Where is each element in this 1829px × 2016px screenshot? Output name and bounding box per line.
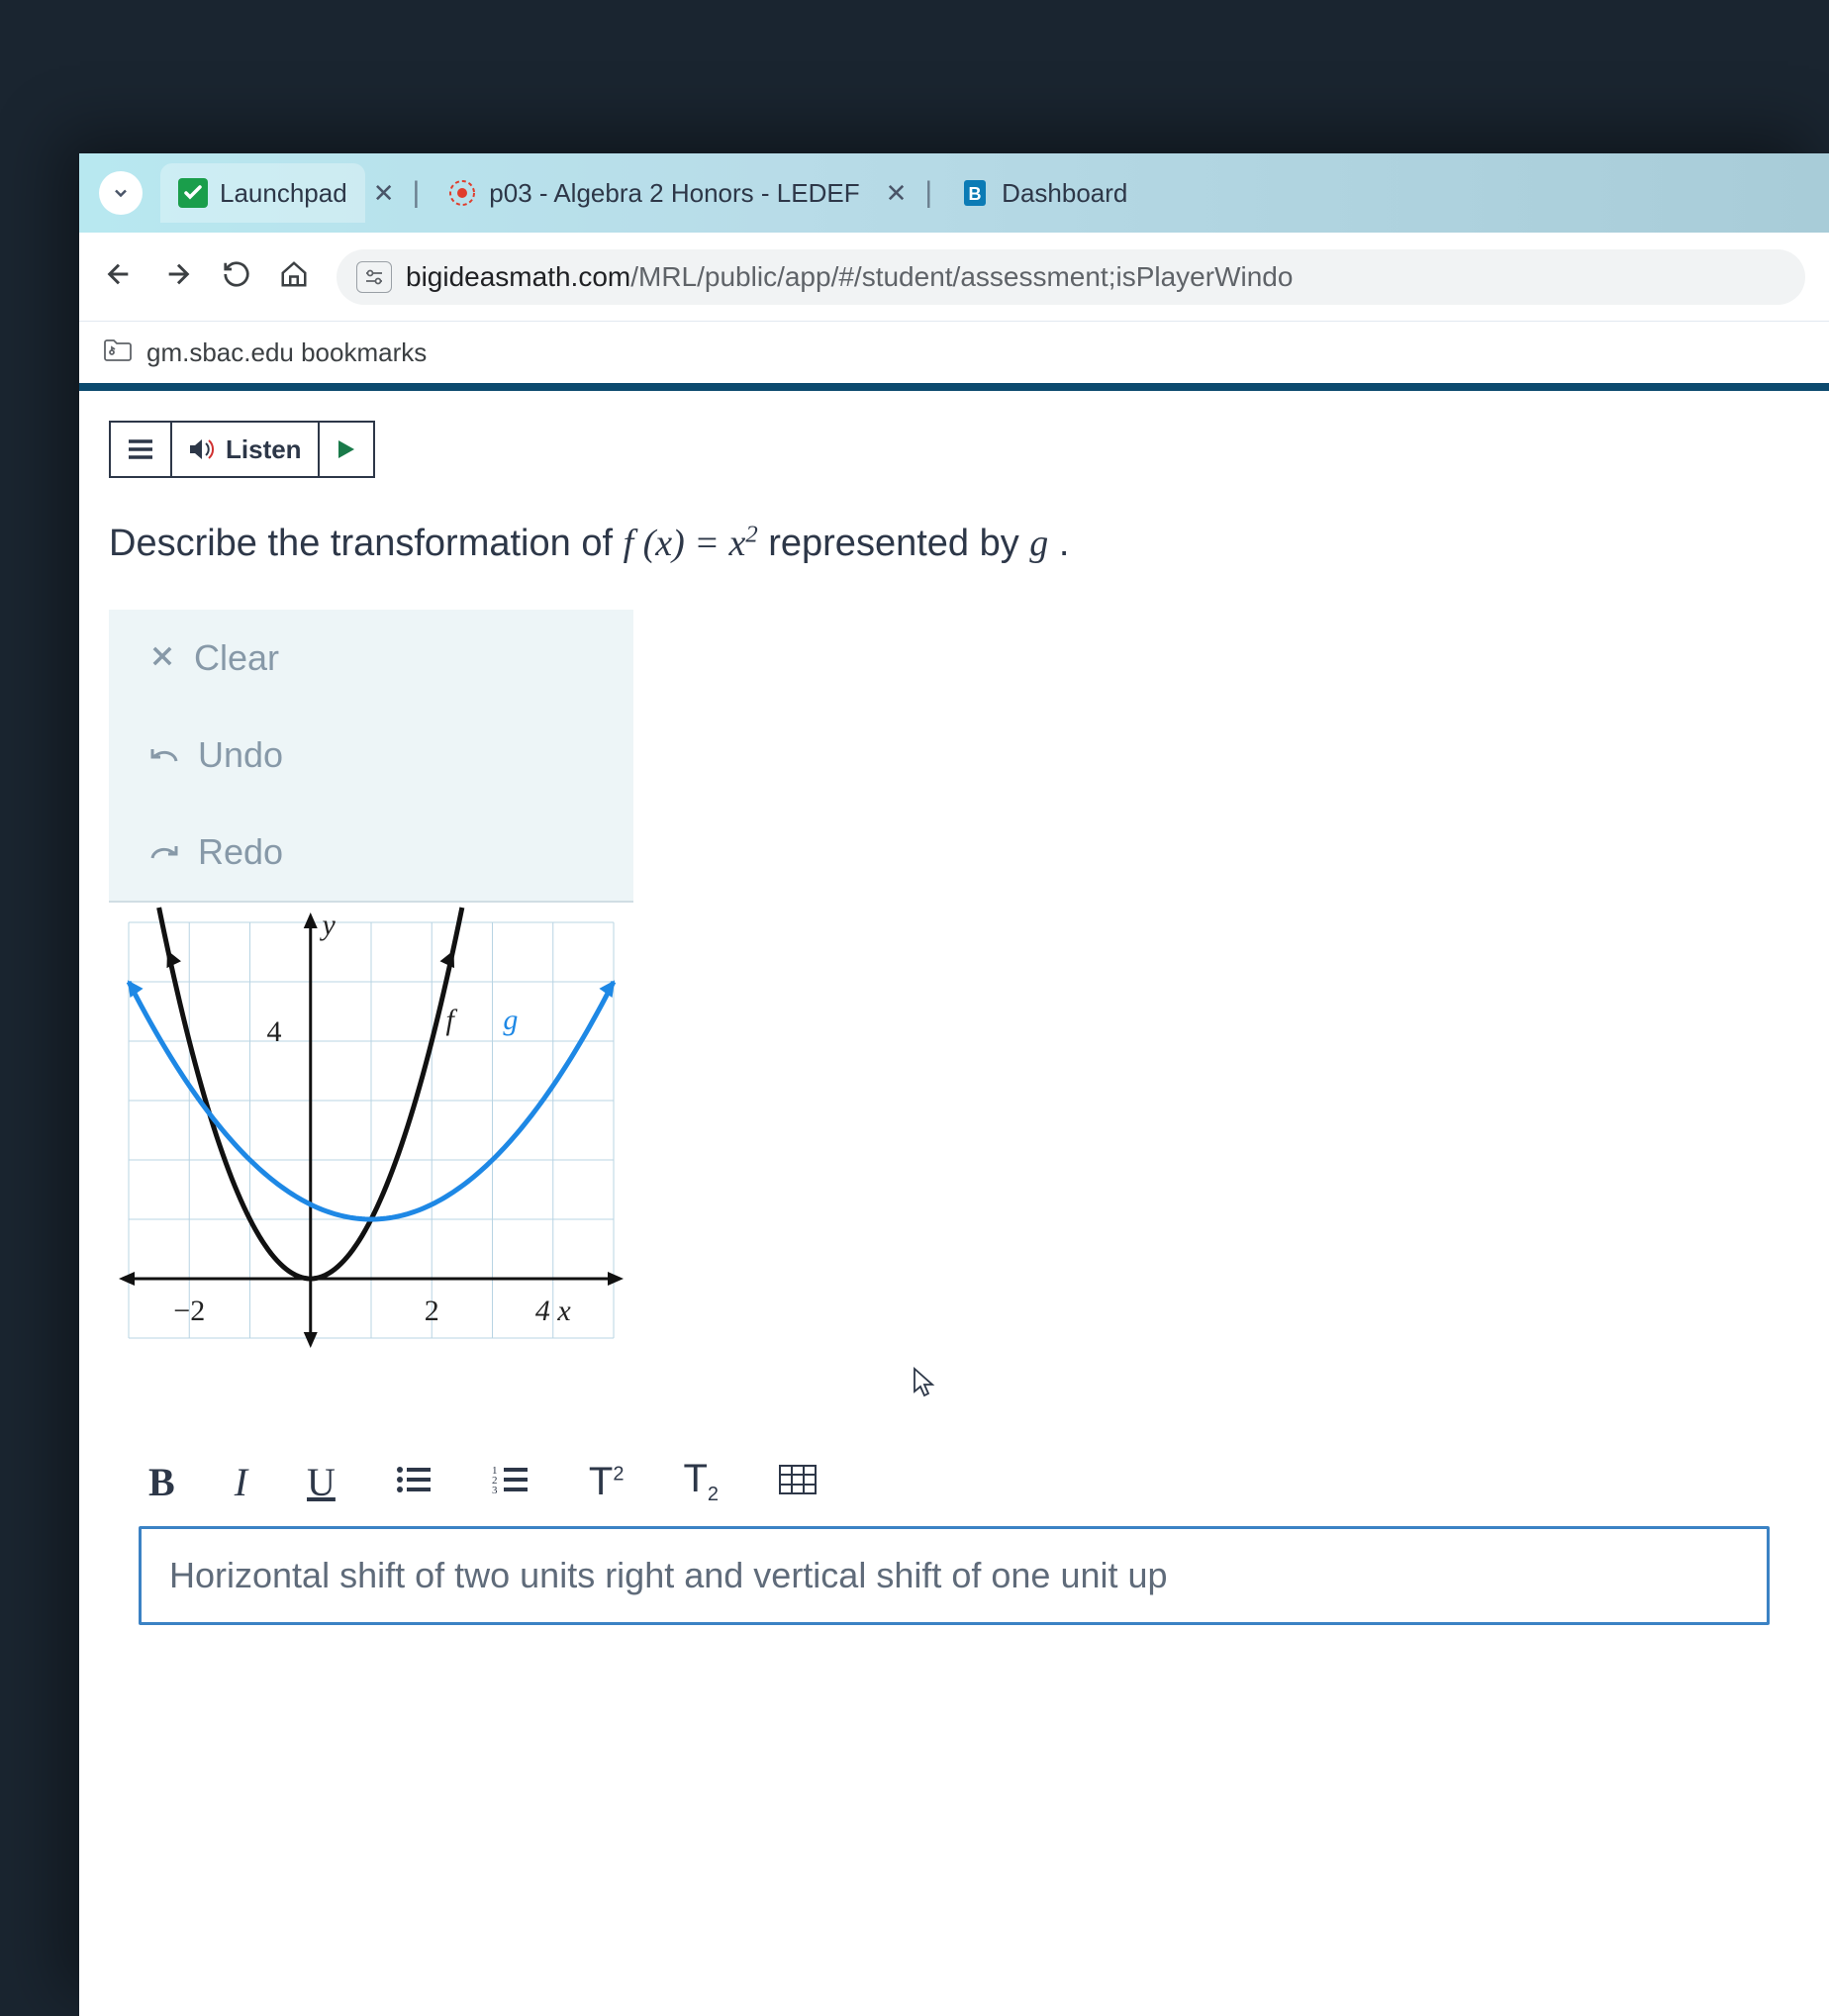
table-button[interactable]	[778, 1459, 818, 1505]
site-settings-icon[interactable]	[356, 261, 392, 293]
table-icon	[778, 1464, 818, 1495]
tab-title: Launchpad	[220, 178, 347, 209]
bookmark-label[interactable]: gm.sbac.edu bookmarks	[146, 337, 427, 368]
bold-button[interactable]: B	[148, 1459, 175, 1505]
reload-icon	[222, 259, 251, 289]
svg-text:−2: −2	[173, 1295, 205, 1327]
canvas-favicon-icon	[447, 178, 477, 208]
tab-separator: |	[914, 176, 942, 210]
undo-label: Undo	[198, 734, 283, 776]
chart-container: y 4 f g −2 2 4 x	[109, 901, 633, 1378]
listen-button[interactable]: Listen	[170, 421, 320, 478]
play-icon	[337, 438, 356, 460]
arrow-left-icon	[103, 258, 135, 290]
tab-separator: |	[402, 176, 430, 210]
undo-button[interactable]: Undo	[109, 707, 633, 804]
launchpad-favicon-icon	[178, 178, 208, 208]
forward-button[interactable]	[162, 258, 194, 295]
browser-toolbar: bigideasmath.com/MRL/public/app/#/studen…	[79, 233, 1829, 322]
bullet-list-button[interactable]	[395, 1459, 433, 1505]
svg-text:B: B	[969, 184, 982, 204]
browser-tab-strip: Launchpad ✕ | p03 - Algebra 2 Honors - L…	[79, 153, 1829, 233]
redo-label: Redo	[198, 831, 283, 873]
tab-title: p03 - Algebra 2 Honors - LEDEF	[489, 178, 859, 209]
svg-text:3: 3	[492, 1485, 498, 1495]
menu-button[interactable]	[109, 421, 172, 478]
italic-button[interactable]: I	[235, 1459, 247, 1505]
chevron-down-icon	[111, 183, 131, 203]
address-bar[interactable]: bigideasmath.com/MRL/public/app/#/studen…	[337, 249, 1805, 305]
x-icon	[148, 637, 176, 679]
question-text: Describe the transformation of f (x) = x…	[109, 518, 1799, 570]
browser-tab-launchpad[interactable]: Launchpad	[160, 163, 365, 223]
url-text: bigideasmath.com/MRL/public/app/#/studen…	[406, 261, 1293, 293]
rich-text-toolbar: B I U 123 T2 T2	[109, 1427, 1799, 1526]
function-chart: y 4 f g −2 2 4 x	[109, 903, 633, 1378]
svg-text:4: 4	[267, 1015, 282, 1048]
svg-text:y: y	[319, 909, 336, 941]
arrow-right-icon	[162, 258, 194, 290]
bigideas-favicon-icon: B	[960, 178, 990, 208]
tab-close-button[interactable]: ✕	[878, 178, 915, 209]
answer-text: Horizontal shift of two units right and …	[169, 1555, 1168, 1595]
graph-panel: Clear Undo Redo y 4 f g −2 2 4 x	[109, 610, 633, 1378]
play-button[interactable]	[318, 421, 375, 478]
svg-text:2: 2	[425, 1295, 439, 1327]
subscript-button[interactable]: T2	[683, 1457, 719, 1506]
bookmark-folder-icon[interactable]	[103, 336, 133, 369]
cursor-icon	[911, 1366, 940, 1406]
svg-text:4 x: 4 x	[535, 1295, 572, 1327]
tab-title: Dashboard	[1002, 178, 1127, 209]
listen-toolbar: Listen	[109, 421, 1799, 478]
back-button[interactable]	[103, 258, 135, 295]
browser-tab-canvas[interactable]: p03 - Algebra 2 Honors - LEDEF	[430, 163, 877, 223]
svg-text:g: g	[503, 1004, 518, 1036]
underline-button[interactable]: U	[307, 1459, 336, 1505]
redo-button[interactable]: Redo	[109, 804, 633, 901]
answer-textarea[interactable]: Horizontal shift of two units right and …	[139, 1526, 1770, 1625]
bullet-list-icon	[395, 1464, 433, 1495]
reload-button[interactable]	[222, 259, 251, 294]
redo-icon	[148, 831, 180, 873]
browser-tab-dashboard[interactable]: B Dashboard	[942, 163, 1145, 223]
svg-text:f: f	[445, 1004, 457, 1036]
numbered-list-icon: 123	[492, 1464, 529, 1495]
bookmarks-bar: gm.sbac.edu bookmarks	[79, 322, 1829, 391]
tab-list-button[interactable]	[99, 171, 143, 215]
clear-label: Clear	[194, 637, 279, 679]
clear-button[interactable]: Clear	[109, 610, 633, 707]
page-content: Listen Describe the transformation of f …	[79, 391, 1829, 1655]
tab-close-button[interactable]: ✕	[365, 178, 403, 209]
undo-icon	[148, 734, 180, 776]
home-button[interactable]	[279, 259, 309, 294]
numbered-list-button[interactable]: 123	[492, 1459, 529, 1505]
superscript-button[interactable]: T2	[589, 1460, 625, 1504]
home-icon	[279, 259, 309, 289]
listen-label: Listen	[226, 434, 302, 465]
speaker-icon	[188, 437, 216, 461]
hamburger-icon	[126, 437, 155, 461]
